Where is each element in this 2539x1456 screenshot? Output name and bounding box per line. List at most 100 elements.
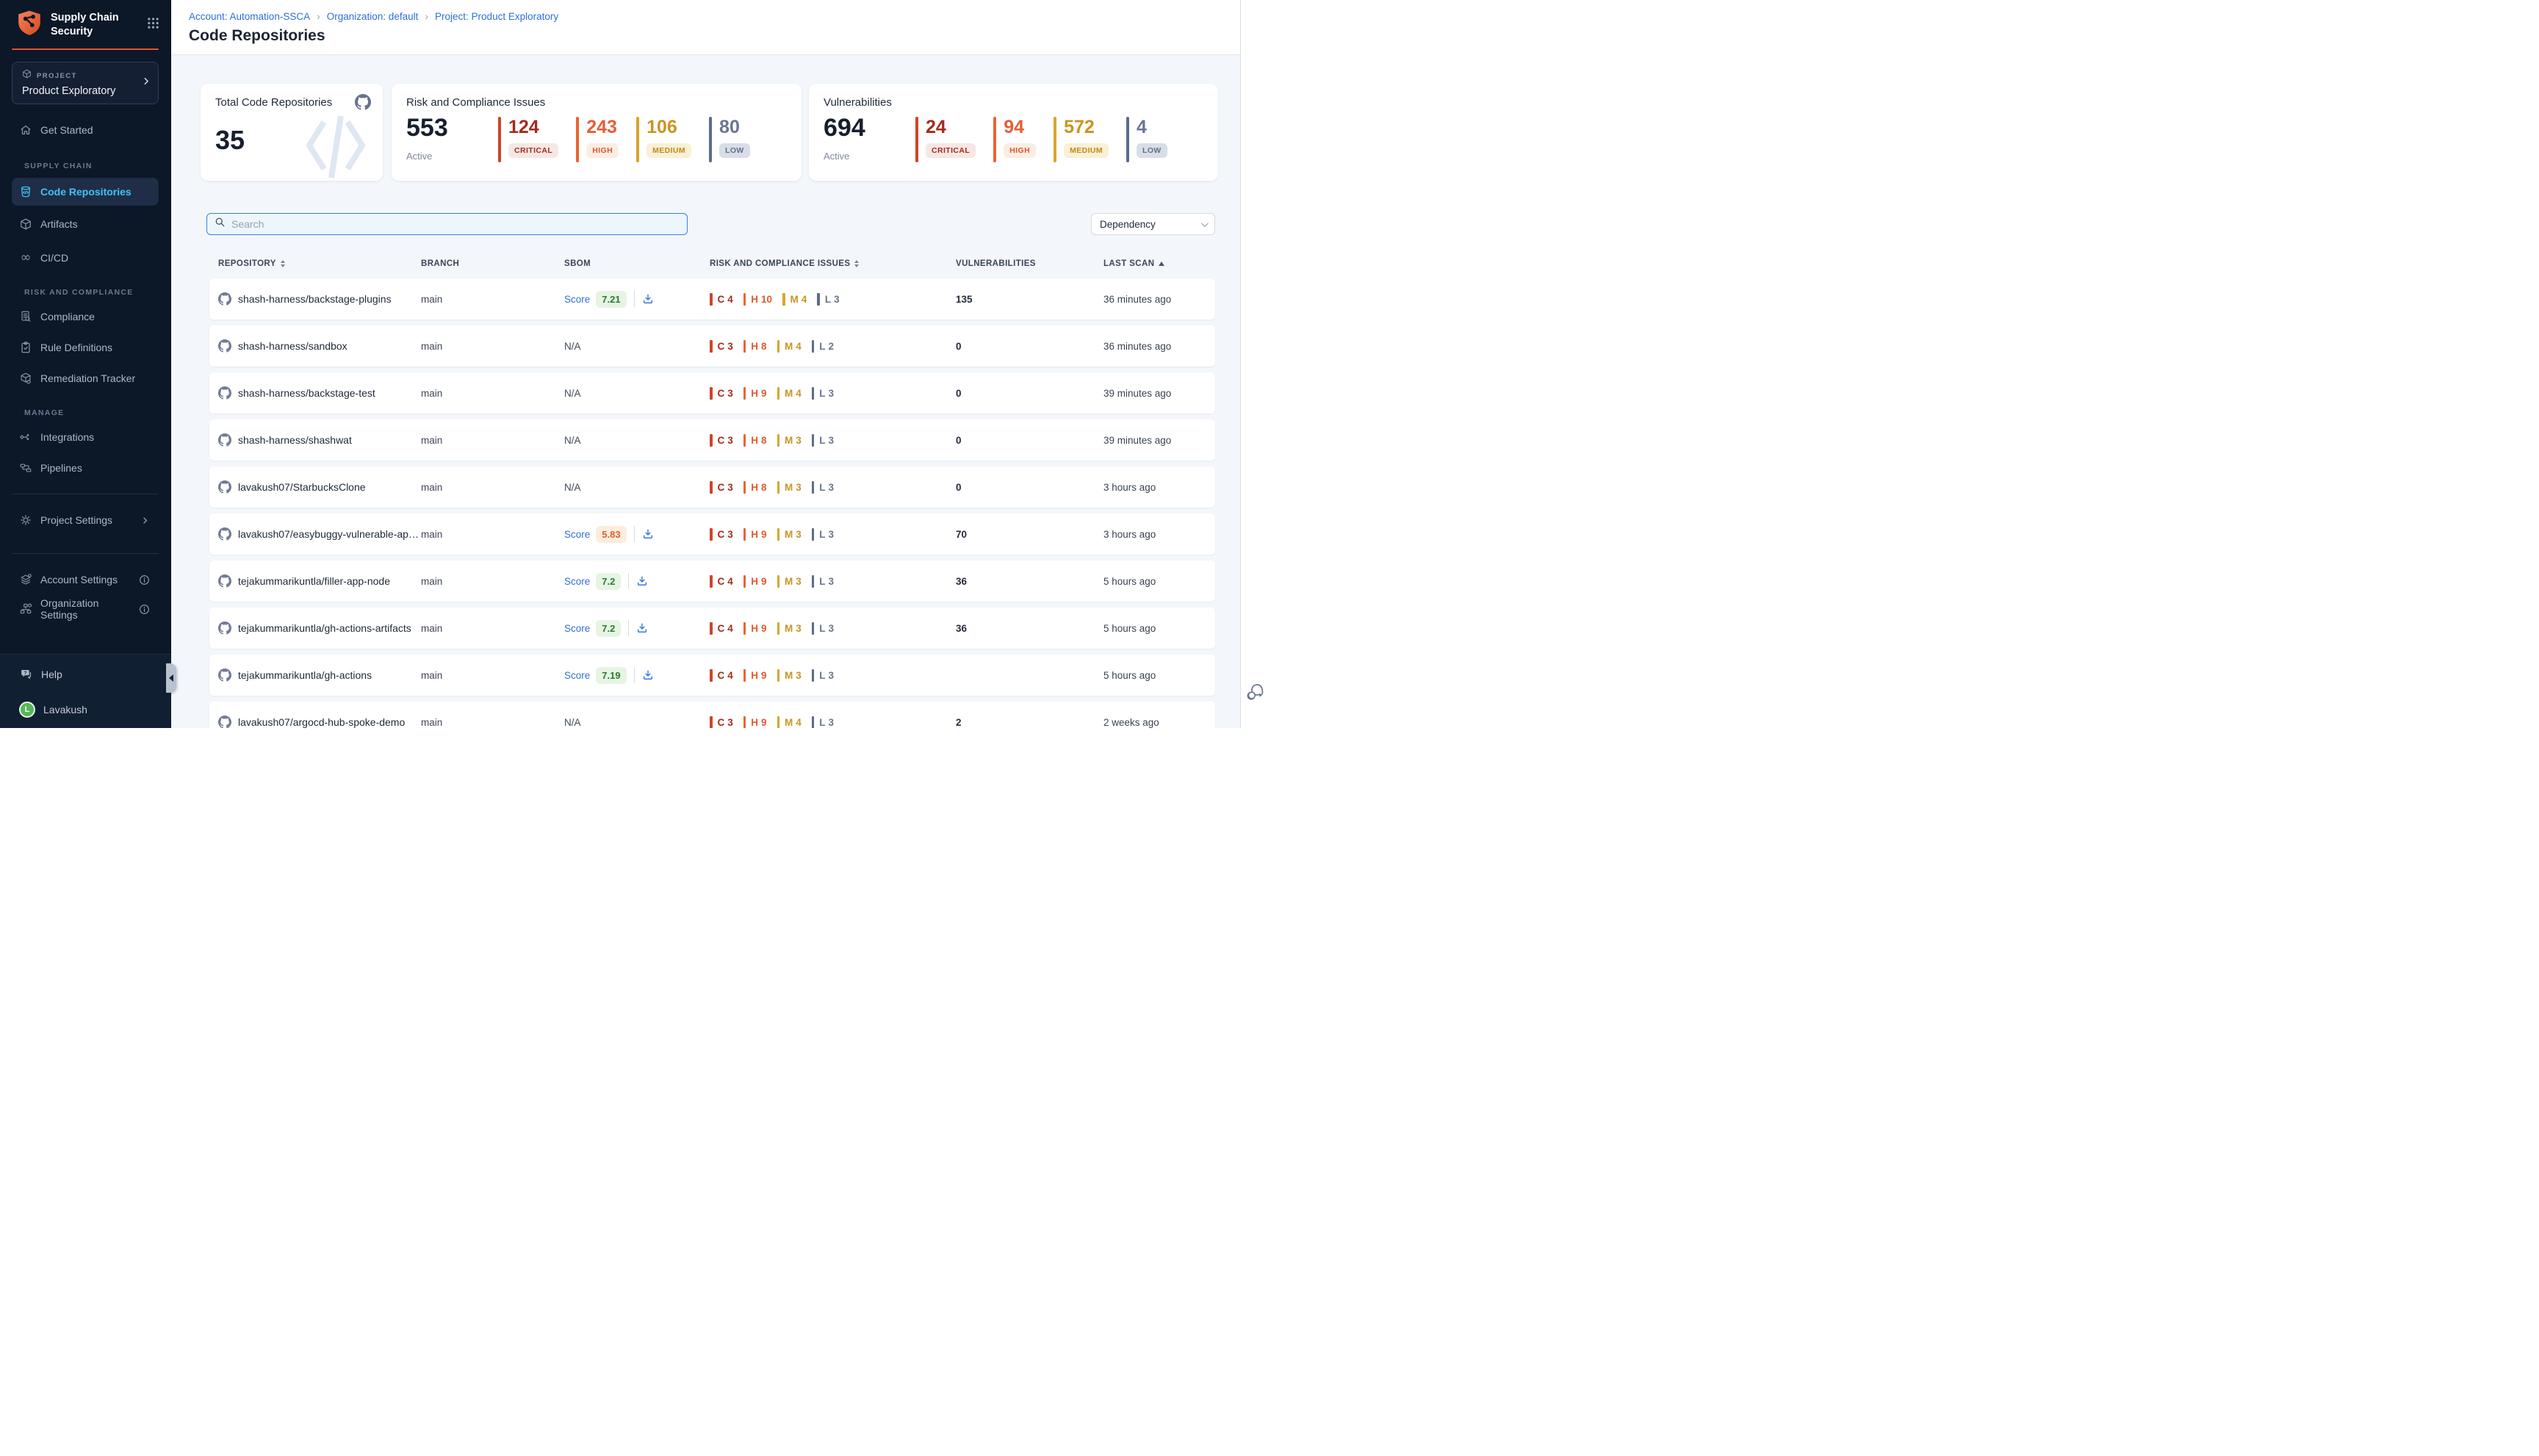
breadcrumb-separator: › bbox=[317, 10, 320, 22]
dependency-filter-dropdown[interactable]: Dependency bbox=[1091, 213, 1215, 235]
severity-bar bbox=[1054, 117, 1056, 162]
sidebar-item-label: Code Repositories bbox=[40, 186, 132, 198]
sort-ascending-icon bbox=[1159, 262, 1164, 266]
severity-bar bbox=[812, 481, 815, 494]
column-header-last-scan[interactable]: LAST SCAN bbox=[1103, 259, 1215, 268]
project-selector[interactable]: PROJECT Product Exploratory bbox=[12, 62, 159, 104]
github-icon bbox=[218, 433, 231, 447]
table-row[interactable]: tejakummarikuntla/filler-app-node main S… bbox=[209, 561, 1215, 602]
sbom-score-value: 7.2 bbox=[596, 620, 621, 637]
table-row[interactable]: shash-harness/shashwat main N/A C3H8M3L3… bbox=[209, 419, 1215, 461]
severity-count: 9 bbox=[761, 623, 767, 634]
sidebar-item-pipelines[interactable]: Pipelines bbox=[12, 455, 159, 480]
breadcrumb-project-link[interactable]: Project: Product Exploratory bbox=[435, 11, 558, 22]
download-sbom-icon[interactable] bbox=[636, 575, 648, 587]
table-row[interactable]: tejakummarikuntla/gh-actions-artifacts m… bbox=[209, 608, 1215, 649]
sidebar-collapse-handle[interactable] bbox=[166, 663, 176, 693]
breadcrumb-organization-link[interactable]: Organization: default bbox=[327, 11, 419, 22]
download-sbom-icon[interactable] bbox=[642, 293, 654, 305]
severity-letter: L bbox=[819, 388, 825, 399]
brand-accent-divider bbox=[12, 48, 159, 50]
sidebar-item-compliance[interactable]: Compliance bbox=[12, 304, 159, 329]
chat-support-icon[interactable] bbox=[1245, 682, 1265, 706]
sidebar-item-project-settings[interactable]: Project Settings bbox=[12, 508, 159, 533]
severity-bar bbox=[812, 528, 815, 541]
info-icon[interactable] bbox=[139, 604, 150, 615]
vulnerabilities-total: 694 bbox=[824, 115, 915, 142]
filter-selected-value: Dependency bbox=[1100, 219, 1156, 230]
vulnerabilities-count: 0 bbox=[956, 341, 1103, 352]
repository-name: shash-harness/backstage-plugins bbox=[238, 293, 392, 305]
sidebar-item-artifacts[interactable]: Artifacts bbox=[12, 212, 159, 237]
svg-text:?: ? bbox=[24, 670, 26, 675]
severity-count: 3 bbox=[829, 670, 835, 681]
table-row[interactable]: shash-harness/sandbox main N/A C3H8M4L2 … bbox=[209, 325, 1215, 367]
severity-letter: H bbox=[751, 529, 758, 540]
download-sbom-icon[interactable] bbox=[636, 622, 648, 634]
right-rail bbox=[1240, 0, 1270, 728]
sbom-cell: N/A bbox=[564, 435, 710, 446]
table-row[interactable]: tejakummarikuntla/gh-actions main Score7… bbox=[209, 655, 1215, 696]
sidebar-item-organization-settings[interactable]: Organization Settings bbox=[12, 597, 159, 621]
severity-count: 4 bbox=[796, 717, 802, 728]
account-settings-layers-icon bbox=[19, 573, 32, 586]
sidebar-item-integrations[interactable]: Integrations bbox=[12, 425, 159, 450]
severity-bar bbox=[777, 528, 780, 541]
column-header-repository[interactable]: REPOSITORY bbox=[209, 259, 421, 268]
download-sbom-icon[interactable] bbox=[642, 528, 654, 540]
risk-chip-c: C3 bbox=[710, 481, 733, 494]
breadcrumb-account-link[interactable]: Account: Automation-SSCA bbox=[189, 11, 310, 22]
severity-bar bbox=[710, 575, 713, 588]
divider bbox=[634, 291, 635, 307]
severity-badge: MEDIUM bbox=[647, 143, 691, 158]
table-row[interactable]: shash-harness/backstage-test main N/A C3… bbox=[209, 372, 1215, 414]
severity-letter: M bbox=[785, 341, 793, 352]
search-input[interactable] bbox=[231, 218, 680, 230]
sidebar-item-cicd[interactable]: ∞ CI/CD bbox=[12, 245, 159, 270]
severity-bar bbox=[743, 575, 746, 588]
help-chat-icon: ? bbox=[19, 667, 33, 682]
download-sbom-icon[interactable] bbox=[642, 669, 654, 681]
severity-bar bbox=[743, 387, 746, 400]
vulnerabilities-count: 0 bbox=[956, 482, 1103, 493]
table-row[interactable]: lavakush07/easybuggy-vulnerable-app… mai… bbox=[209, 513, 1215, 555]
help-button[interactable]: ? Help bbox=[12, 663, 159, 685]
column-header-risk-and-compliance-issues[interactable]: RISK AND COMPLIANCE ISSUES bbox=[710, 259, 956, 268]
brand-logo-icon[interactable] bbox=[16, 10, 43, 40]
severity-bar bbox=[915, 117, 918, 162]
vulnerabilities-count: 0 bbox=[956, 388, 1103, 399]
severity-bar bbox=[812, 575, 815, 588]
severity-count: 3 bbox=[796, 482, 802, 493]
severity-bar bbox=[782, 293, 785, 306]
risk-chip-h: H9 bbox=[743, 622, 767, 635]
info-icon[interactable] bbox=[139, 574, 150, 585]
severity-letter: H bbox=[751, 717, 758, 728]
table-row[interactable]: lavakush07/argocd-hub-spoke-demo main N/… bbox=[209, 702, 1215, 728]
risk-chip-h: H10 bbox=[743, 293, 772, 306]
severity-count: 10 bbox=[761, 294, 772, 305]
branch-name: main bbox=[421, 576, 564, 587]
sidebar-item-account-settings[interactable]: Account Settings bbox=[12, 567, 159, 592]
risk-chip-c: C4 bbox=[710, 622, 733, 635]
user-avatar: L bbox=[19, 702, 35, 718]
severity-count: 3 bbox=[829, 623, 835, 634]
github-icon bbox=[218, 480, 231, 494]
risk-chip-m: M3 bbox=[777, 669, 802, 682]
sidebar-item-remediation-tracker[interactable]: Remediation Tracker bbox=[12, 366, 159, 391]
pipelines-icon bbox=[19, 461, 32, 475]
sidebar-item-code-repositories[interactable]: Code Repositories bbox=[12, 178, 159, 206]
severity-letter: C bbox=[718, 576, 725, 587]
severity-high: 94HIGH bbox=[993, 117, 1036, 162]
severity-letter: C bbox=[718, 482, 725, 493]
brand-title: Supply Chain Security bbox=[51, 11, 147, 38]
chevron-down-icon bbox=[1201, 220, 1209, 227]
severity-bar bbox=[777, 340, 780, 353]
severity-bar bbox=[743, 340, 746, 353]
user-menu[interactable]: L Lavakush bbox=[12, 699, 159, 721]
app-switcher-icon[interactable] bbox=[147, 17, 159, 33]
sidebar-item-get-started[interactable]: Get Started bbox=[12, 118, 159, 143]
table-row[interactable]: lavakush07/StarbucksClone main N/A C3H8M… bbox=[209, 466, 1215, 508]
table-row[interactable]: shash-harness/backstage-plugins main Sco… bbox=[209, 278, 1215, 320]
sidebar-item-rule-definitions[interactable]: Rule Definitions bbox=[12, 335, 159, 360]
severity-letter: H bbox=[751, 294, 758, 305]
